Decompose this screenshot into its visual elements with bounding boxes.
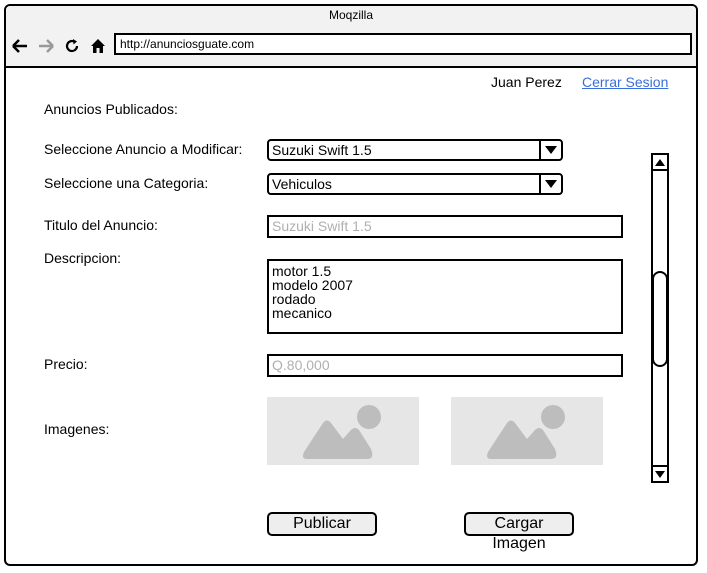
- window-title: Moqzilla: [328, 8, 373, 22]
- vertical-scrollbar[interactable]: [651, 153, 669, 483]
- description-textarea[interactable]: motor 1.5 modelo 2007 rodado mecanico: [267, 259, 623, 334]
- upload-image-button[interactable]: Cargar Imagen: [464, 512, 574, 552]
- select-ad-dropdown[interactable]: Suzuki Swift 1.5: [267, 139, 563, 161]
- forward-arrow-icon[interactable]: [36, 36, 56, 56]
- title-input[interactable]: Suzuki Swift 1.5: [267, 215, 623, 238]
- description-line: mecanico: [272, 305, 332, 321]
- image-placeholder-1[interactable]: [267, 397, 419, 465]
- images-label: Imagenes:: [44, 421, 110, 437]
- browser-window: Moqzilla http://anunciosguate.com Juan P…: [4, 4, 698, 566]
- category-label: Seleccione una Categoria:: [44, 175, 209, 191]
- scroll-up-icon[interactable]: [653, 155, 667, 171]
- browser-toolbar: Moqzilla http://anunciosguate.com: [6, 6, 696, 68]
- address-bar[interactable]: http://anunciosguate.com: [114, 33, 692, 55]
- back-arrow-icon[interactable]: [10, 36, 30, 56]
- price-input[interactable]: Q.80,000: [267, 354, 623, 377]
- image-icon: [303, 405, 381, 459]
- user-name: Juan Perez: [491, 74, 562, 90]
- chevron-down-icon: [539, 175, 561, 193]
- scroll-down-icon[interactable]: [653, 465, 667, 481]
- description-line: motor 1.5: [272, 263, 332, 279]
- chevron-down-icon: [539, 141, 561, 159]
- description-line: rodado: [272, 291, 316, 307]
- section-title: Anuncios Publicados:: [44, 101, 178, 117]
- price-label: Precio:: [44, 356, 88, 372]
- image-placeholder-2[interactable]: [451, 397, 603, 465]
- reload-icon[interactable]: [62, 36, 82, 56]
- home-icon[interactable]: [88, 36, 108, 56]
- image-icon: [487, 405, 565, 459]
- description-label: Descripcion:: [44, 250, 122, 266]
- select-ad-label: Seleccione Anuncio a Modificar:: [44, 141, 243, 157]
- publish-button[interactable]: Publicar: [267, 512, 377, 536]
- category-value: Vehiculos: [272, 176, 332, 192]
- scroll-thumb[interactable]: [652, 271, 668, 367]
- category-dropdown[interactable]: Vehiculos: [267, 173, 563, 195]
- title-label: Titulo del Anuncio:: [44, 217, 158, 233]
- description-line: modelo 2007: [272, 277, 353, 293]
- logout-link[interactable]: Cerrar Sesion: [582, 74, 668, 90]
- select-ad-value: Suzuki Swift 1.5: [272, 142, 372, 158]
